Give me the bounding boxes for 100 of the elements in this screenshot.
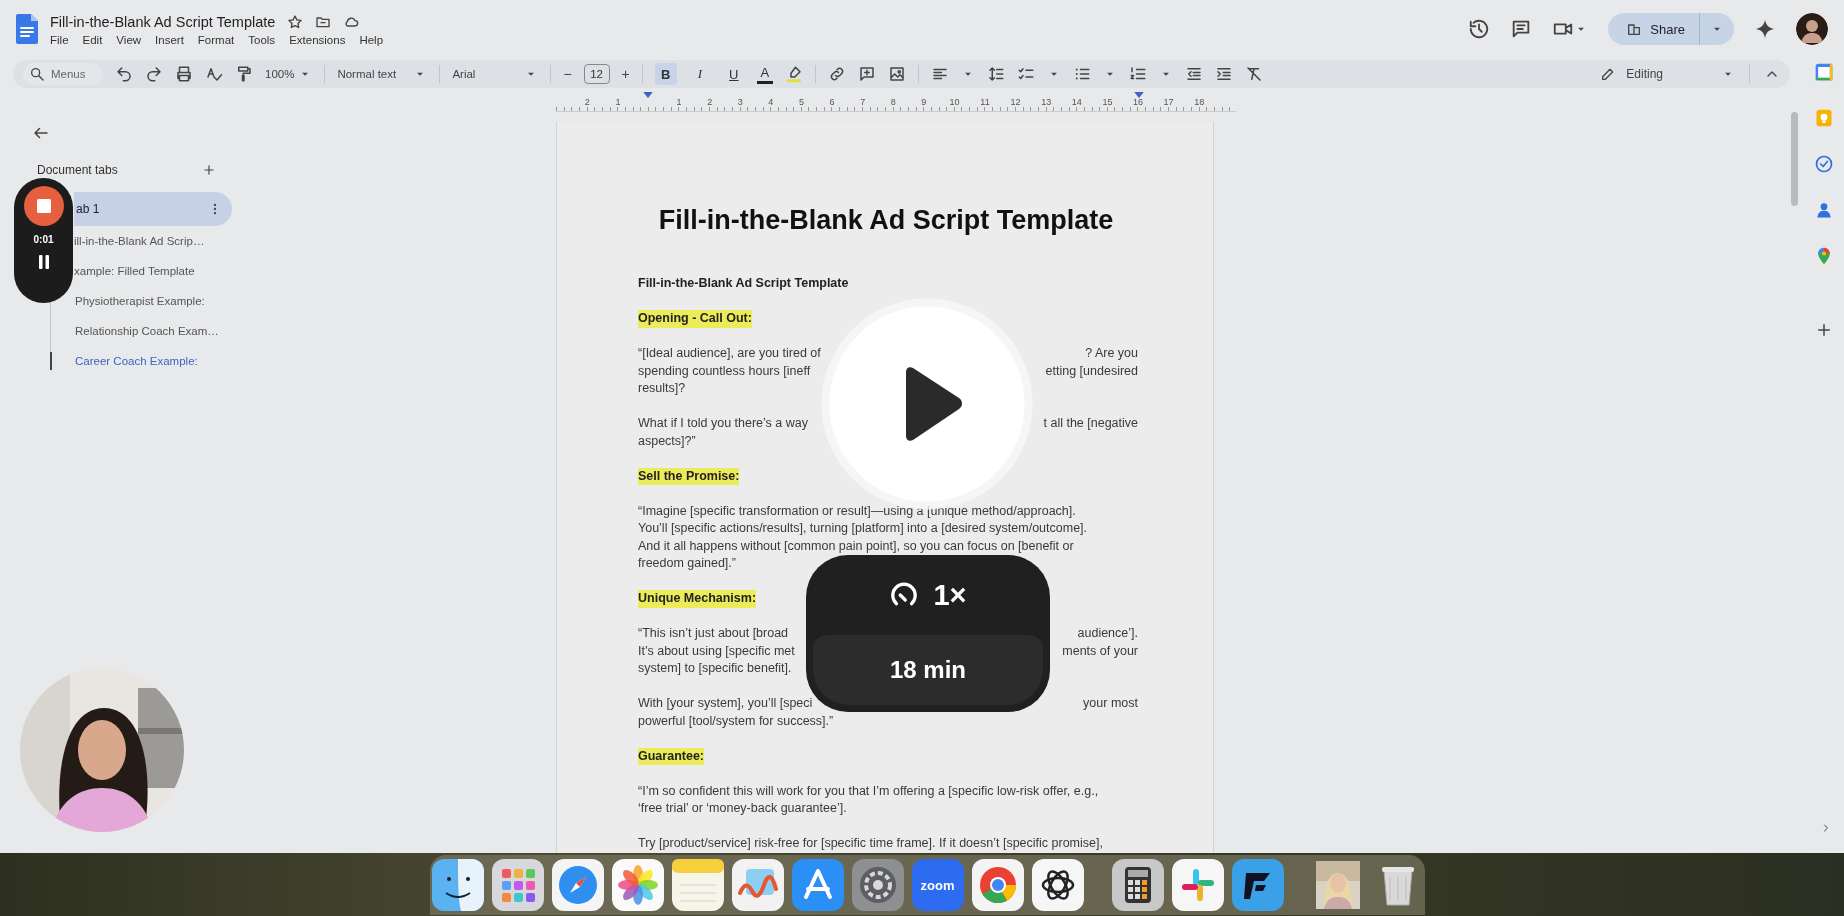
section-heading: Unique Mechanism:	[638, 590, 757, 608]
line-spacing-icon[interactable]	[986, 65, 1005, 83]
image-icon[interactable]	[887, 65, 906, 83]
outline-item[interactable]: xample: Filled Template	[74, 256, 232, 286]
ruler-label: 13	[1040, 97, 1053, 107]
panel-title: Document tabs	[37, 163, 118, 177]
ruler-label: 10	[948, 97, 961, 107]
text-fragment: “This isn’t just about [broad	[638, 625, 789, 642]
search-field[interactable]: Menus	[45, 63, 103, 85]
stop-button[interactable]	[23, 186, 64, 226]
compass-icon[interactable]	[551, 859, 604, 911]
scribble-icon[interactable]	[731, 859, 784, 911]
section-heading: Sell the Promise:	[638, 467, 740, 485]
text-fragment: your most	[1083, 695, 1138, 712]
zoom-app-icon[interactable]: zoom	[911, 859, 964, 911]
task-check-icon[interactable]	[1814, 154, 1834, 174]
italic-button[interactable]: I	[688, 63, 711, 85]
plus-icon[interactable]	[1815, 321, 1833, 339]
text-fragment: audience’].	[1077, 625, 1138, 642]
paint-roller-icon[interactable]	[235, 65, 253, 83]
app-store-icon[interactable]	[791, 859, 844, 911]
section-heading: Opening - Call Out:	[638, 310, 752, 328]
text-color-button[interactable]: A	[756, 64, 773, 84]
scrollbar[interactable]	[1791, 112, 1798, 206]
undo-icon[interactable]	[115, 65, 133, 83]
outline-item[interactable]: Career Coach Example:	[75, 346, 198, 376]
menu-item[interactable]: View	[116, 34, 142, 46]
paragraph: Try [product/service] risk-free for [specific time frame]. If it doesn’t [specific promise],	[638, 835, 1104, 852]
flower-icon[interactable]	[611, 859, 664, 911]
menu-item[interactable]: Insert	[155, 34, 184, 46]
spellcheck-icon[interactable]	[205, 65, 223, 83]
section-heading: Guarantee:	[638, 747, 704, 765]
text-fragment: results]?	[638, 380, 686, 397]
text-fragment: etting [undesired	[1045, 362, 1138, 380]
outline-item[interactable]: Relationship Coach Exam…	[75, 316, 219, 346]
text-fragment: What if I told you there’s a way	[638, 415, 808, 432]
pinwheel-icon[interactable]	[1171, 859, 1224, 911]
building-icon[interactable]	[1626, 21, 1643, 37]
person-icon[interactable]	[1814, 200, 1834, 220]
ruler-label: 2	[706, 97, 714, 107]
bold-button[interactable]: B	[654, 63, 677, 85]
outline-item[interactable]: Physiotherapist Example:	[75, 286, 205, 316]
ruler-label: 14	[1070, 97, 1083, 107]
style-dropdown[interactable]: Normal text	[337, 67, 428, 81]
indent-icon[interactable]	[1214, 65, 1233, 83]
finder-icon[interactable]	[431, 859, 484, 911]
calendar-icon[interactable]	[1814, 62, 1834, 82]
document-tab[interactable]: ab 1	[74, 192, 232, 226]
knot-icon[interactable]	[1031, 859, 1084, 911]
arrow-app-icon[interactable]	[1231, 859, 1284, 911]
ruler-label: 9	[920, 97, 928, 107]
menu-item[interactable]: Extensions	[289, 34, 346, 46]
paragraph: “I’m so confident this will work for you that I’m offering a [specific low-risk offer, e.g., ‘free trial’ or ‘money-back guarantee’].	[638, 782, 1100, 817]
margin-marker-icon[interactable]	[1134, 92, 1144, 98]
highlighter-icon[interactable]	[784, 65, 803, 83]
plus-icon[interactable]	[202, 163, 216, 177]
menu-item[interactable]: Tools	[248, 34, 276, 46]
document-title[interactable]: Fill-in-the-Blank Ad Script Template	[50, 14, 276, 30]
indent-marker-icon[interactable]	[643, 92, 654, 98]
increase-size-button[interactable]: +	[621, 66, 630, 82]
add-comment-icon[interactable]	[857, 65, 876, 83]
share-button[interactable]: Share	[1608, 13, 1734, 45]
menu-item[interactable]: Help	[359, 34, 384, 46]
duration-label: 18 min	[813, 635, 1043, 705]
ruler-label: 3	[736, 97, 744, 107]
ruler-label: 18	[1193, 97, 1206, 107]
mode-dropdown[interactable]: Editing	[1600, 66, 1735, 82]
notepad-icon[interactable]	[671, 859, 724, 911]
ruler-label: 6	[828, 97, 836, 107]
menu-item[interactable]: Format	[197, 34, 235, 46]
ruler-label: 17	[1162, 97, 1175, 107]
app-grid-icon[interactable]	[491, 859, 544, 911]
history-icon[interactable]	[1468, 18, 1491, 40]
menu-item[interactable]: File	[50, 34, 69, 46]
pause-button[interactable]	[37, 255, 50, 269]
ruler-label: 1	[675, 97, 683, 107]
stop-icon	[36, 199, 51, 213]
star-icon[interactable]	[287, 14, 304, 30]
menu-item[interactable]: Edit	[82, 34, 103, 46]
outdent-icon[interactable]	[1184, 65, 1203, 83]
redo-icon[interactable]	[145, 65, 163, 83]
underline-button[interactable]: U	[722, 63, 745, 85]
text-fragment: aspects]?”	[638, 432, 696, 450]
font-dropdown[interactable]: Arial	[452, 67, 539, 81]
browser-icon[interactable]	[971, 859, 1024, 911]
font-size-field[interactable]: 12	[583, 64, 610, 84]
gear-icon[interactable]	[851, 859, 904, 911]
outline-item[interactable]: ill-in-the-Blank Ad Scrip…	[74, 226, 232, 256]
clear-formatting-icon[interactable]	[1244, 65, 1263, 83]
zoom-dropdown[interactable]: 100%	[265, 67, 313, 81]
print-icon[interactable]	[175, 65, 193, 83]
ruler-label: 11	[979, 97, 991, 107]
text-fragment: “[Ideal audience], are you tired of	[638, 345, 821, 362]
folder-icon[interactable]	[315, 14, 332, 30]
search-icon[interactable]	[23, 63, 45, 85]
document-icon[interactable]	[16, 14, 38, 44]
decrease-size-button[interactable]: −	[563, 66, 572, 82]
calculator-icon[interactable]	[1111, 859, 1164, 911]
timer-label: 0:01	[33, 234, 54, 245]
avatar[interactable]	[1796, 13, 1828, 45]
